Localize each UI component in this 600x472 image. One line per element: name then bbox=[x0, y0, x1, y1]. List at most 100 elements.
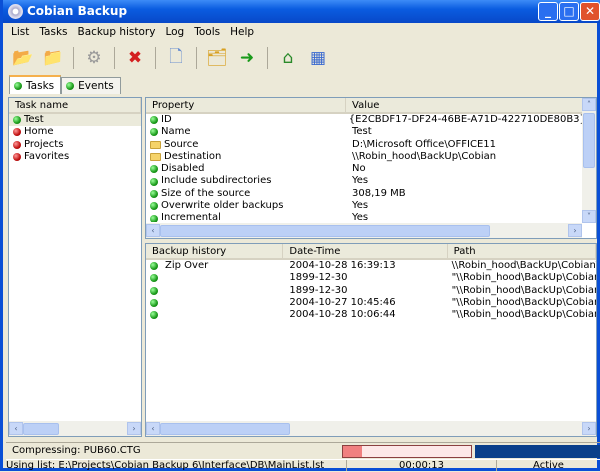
main-window: Cobian Backup _ □ ✕ List Tasks Backup hist… bbox=[0, 0, 600, 471]
status-dot-icon bbox=[150, 165, 158, 174]
column-header-backup-history[interactable]: Backup history bbox=[146, 244, 284, 258]
menu-tools[interactable]: Tools bbox=[189, 23, 225, 41]
maximize-button[interactable]: □ bbox=[559, 2, 579, 21]
history-row[interactable]: 2004-10-28 10:06:44 "\\Robin_hood\BackUp\… bbox=[146, 309, 596, 321]
scroll-thumb[interactable] bbox=[160, 422, 290, 435]
task-list-hscrollbar[interactable]: ‹ › bbox=[9, 421, 141, 436]
history-row[interactable]: Zip Over 2004-10-28 16:39:13 \\Robin_hood\… bbox=[146, 260, 596, 272]
property-label: Include subdirectories bbox=[161, 175, 272, 187]
property-hscrollbar[interactable]: ‹ › bbox=[146, 223, 582, 238]
history-row[interactable]: 1899-12-30 "\\Robin_hood\BackUp\Cobian\Co… bbox=[146, 272, 596, 284]
history-row[interactable]: 2004-10-27 10:45:46 "\\Robin_hood\BackUp\… bbox=[146, 297, 596, 309]
task-item[interactable]: Projects bbox=[9, 139, 141, 151]
menu-backup-history[interactable]: Backup history bbox=[73, 23, 161, 41]
scroll-left-button[interactable]: ‹ bbox=[146, 422, 160, 435]
open-folder-button[interactable]: 📂 bbox=[10, 45, 36, 71]
property-row[interactable]: Destination \\Robin_hood\BackUp\Cobian bbox=[146, 151, 582, 163]
property-label: Name bbox=[161, 126, 191, 138]
task-item[interactable]: Home bbox=[9, 126, 141, 138]
disabled-gear-button[interactable]: ⚙ bbox=[81, 45, 107, 71]
status-dot-icon bbox=[13, 128, 21, 137]
elapsed-time: 00:00:13 bbox=[346, 460, 496, 471]
menu-log[interactable]: Log bbox=[160, 23, 189, 41]
scroll-up-button[interactable]: ˄ bbox=[582, 98, 596, 111]
menu-tasks[interactable]: Tasks bbox=[34, 23, 72, 41]
status-bar: Using list: E:\Projects\Cobian Backup 6\… bbox=[6, 459, 600, 471]
history-hscrollbar[interactable]: ‹ › bbox=[146, 421, 596, 436]
scroll-right-button[interactable]: › bbox=[127, 422, 141, 435]
column-header-path[interactable]: Path bbox=[448, 244, 596, 258]
home-button[interactable]: ⌂ bbox=[275, 45, 301, 71]
scroll-thumb[interactable] bbox=[23, 422, 59, 435]
property-row[interactable]: Size of the source 308,19 MB bbox=[146, 188, 582, 200]
property-name: ID bbox=[146, 114, 343, 126]
property-grid[interactable]: Property Value ID {E2CBDF17-DF24-46BE-A71D… bbox=[145, 97, 597, 239]
task-name: Favorites bbox=[24, 150, 70, 162]
stop-button[interactable]: ✖ bbox=[122, 45, 148, 71]
status-dot-icon bbox=[150, 262, 158, 271]
toolbar-separator bbox=[73, 47, 74, 69]
history-datetime: 1899-12-30 bbox=[289, 284, 348, 296]
tab-tasks[interactable]: Tasks bbox=[9, 75, 62, 94]
menu-list[interactable]: List bbox=[6, 23, 34, 41]
folder-button[interactable]: 📁 bbox=[40, 45, 66, 71]
column-header-task-name[interactable]: Task name bbox=[9, 98, 141, 112]
property-value: Yes bbox=[352, 175, 369, 187]
status-dot-icon bbox=[150, 311, 158, 320]
history-row[interactable]: 1899-12-30 "\\Robin_hood\BackUp\Cobian\Co… bbox=[146, 285, 596, 297]
scroll-thumb[interactable] bbox=[583, 113, 595, 168]
column-header-value[interactable]: Value bbox=[346, 98, 586, 112]
list-path-status: Using list: E:\Projects\Cobian Backup 6\… bbox=[6, 460, 325, 471]
property-label: ID bbox=[161, 114, 172, 125]
property-row[interactable]: ID {E2CBDF17-DF24-46BE-A71D-422710DE80B3} bbox=[146, 114, 582, 126]
property-label: Disabled bbox=[161, 163, 205, 175]
task-list[interactable]: Task name Test Home Projects Favorites ‹ › bbox=[8, 97, 142, 437]
scroll-left-button[interactable]: ‹ bbox=[146, 224, 160, 237]
property-value: 308,19 MB bbox=[352, 187, 406, 199]
property-label: Incremental bbox=[161, 212, 221, 222]
property-row[interactable]: Name Test bbox=[146, 126, 582, 138]
backup-history-list[interactable]: Backup history Date-Time Path Zip Over 2004… bbox=[145, 243, 597, 437]
folder-icon bbox=[150, 153, 161, 162]
task-cell: Favorites bbox=[9, 151, 69, 163]
scroll-down-button[interactable]: ˅ bbox=[582, 210, 596, 223]
total-progress-bar bbox=[475, 445, 600, 458]
property-row[interactable]: Include subdirectories Yes bbox=[146, 175, 582, 187]
property-row[interactable]: Overwrite older backups Yes bbox=[146, 200, 582, 212]
folder-list-button[interactable]: 🗂 bbox=[204, 45, 230, 71]
close-button[interactable]: ✕ bbox=[580, 2, 600, 21]
open-folder-icon: 📂 bbox=[12, 48, 34, 68]
status-dot-icon bbox=[14, 81, 22, 90]
property-label: Overwrite older backups bbox=[161, 200, 284, 212]
tab-bar: Tasks Events bbox=[9, 75, 121, 94]
progress-status-bar: Compressing: PUB60.CTG bbox=[6, 442, 600, 458]
menu-help[interactable]: Help bbox=[225, 23, 259, 41]
scroll-right-button[interactable]: › bbox=[568, 224, 582, 237]
property-row[interactable]: Disabled No bbox=[146, 163, 582, 175]
property-name: Include subdirectories bbox=[146, 175, 346, 187]
property-vscrollbar[interactable]: ˄ ˅ bbox=[582, 98, 596, 223]
property-row[interactable]: Incremental Yes bbox=[146, 212, 582, 222]
run-arrow-button[interactable]: ➜ bbox=[234, 45, 260, 71]
column-header-date-time[interactable]: Date-Time bbox=[283, 244, 448, 258]
tab-events[interactable]: Events bbox=[61, 77, 121, 94]
calendar-grid-button[interactable]: ▦ bbox=[305, 45, 331, 71]
status-dot-icon bbox=[150, 128, 158, 137]
scroll-left-button[interactable]: ‹ bbox=[9, 422, 23, 435]
history-path: \\Robin_hood\BackUp\Cobian\Cobian bbox=[451, 260, 596, 271]
task-item[interactable]: Test bbox=[9, 114, 141, 127]
task-cell: Home bbox=[9, 126, 54, 138]
new-document-button[interactable]: 🗋 bbox=[163, 45, 189, 71]
task-item[interactable]: Favorites bbox=[9, 151, 141, 163]
property-value: Yes bbox=[352, 200, 369, 212]
scroll-thumb[interactable] bbox=[160, 224, 490, 237]
history-datetime: 2004-10-28 10:06:44 bbox=[289, 309, 396, 321]
property-value: D:\Microsoft Office\OFFICE11 bbox=[352, 138, 497, 150]
toolbar-separator bbox=[155, 47, 156, 69]
minimize-button[interactable]: _ bbox=[538, 2, 558, 21]
scroll-right-button[interactable]: › bbox=[582, 422, 596, 435]
property-row[interactable]: Source D:\Microsoft Office\OFFICE11 bbox=[146, 139, 582, 151]
engine-state: Active bbox=[496, 460, 600, 471]
status-dot-icon bbox=[13, 153, 21, 162]
column-header-property[interactable]: Property bbox=[146, 98, 346, 112]
